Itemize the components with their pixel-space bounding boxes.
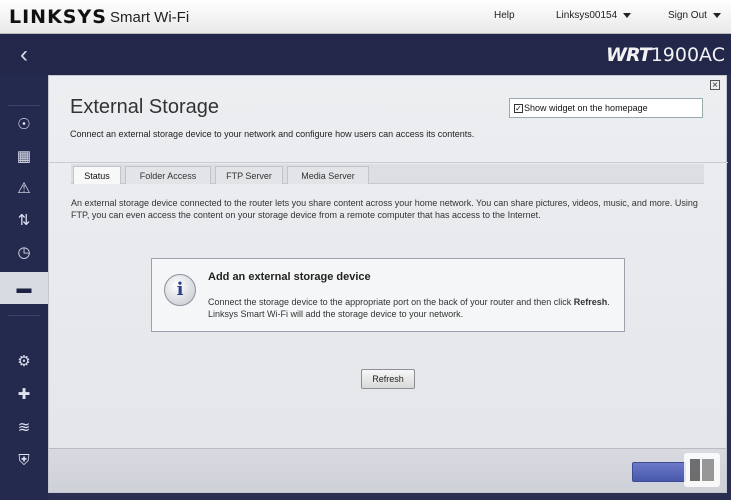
card-text: Connect the storage device to the approp… — [208, 297, 610, 319]
sidebar: ☉ ▦ ⚠ ⇅ ◷ ▬ ⚙ ✚ ≋ ⛨ — [0, 75, 53, 500]
account-label: Linksys00154 — [556, 10, 618, 21]
usb-icon[interactable]: ▬ — [0, 272, 53, 304]
security-icon[interactable]: ⛨ — [0, 444, 48, 476]
watermark-logo — [684, 453, 720, 487]
ok-button[interactable] — [632, 462, 686, 482]
brand-logo: LINKSYS — [9, 6, 107, 28]
show-widget-label: Show widget on the homepage — [524, 103, 648, 113]
account-menu[interactable]: Linksys00154 — [556, 10, 632, 21]
signout-label: Sign Out — [668, 10, 707, 21]
router-model: WRT1900AC — [606, 44, 725, 66]
calendar-icon[interactable]: ▦ — [0, 140, 48, 172]
panel-footer — [49, 448, 726, 492]
gear-icon[interactable]: ⚙ — [0, 345, 48, 377]
page-title: External Storage — [70, 96, 219, 118]
show-widget-checkbox[interactable]: ✓ Show widget on the homepage — [509, 98, 703, 118]
close-icon[interactable]: × — [710, 80, 720, 91]
tab-media-server[interactable]: Media Server — [287, 166, 369, 184]
warning-icon[interactable]: ⚠ — [0, 172, 48, 204]
refresh-button[interactable]: Refresh — [361, 369, 415, 389]
tab-folder-access[interactable]: Folder Access — [125, 166, 211, 184]
priority-icon[interactable]: ⇅ — [0, 204, 48, 236]
troubleshoot-icon[interactable]: ✚ — [0, 378, 48, 410]
help-link[interactable]: Help — [494, 10, 515, 21]
product-name: Smart Wi-Fi — [110, 9, 190, 26]
external-storage-panel: × External Storage Connect an external s… — [48, 75, 728, 493]
info-icon: i — [164, 274, 196, 306]
back-button[interactable]: ‹ — [0, 34, 48, 75]
tab-status[interactable]: Status — [73, 166, 121, 184]
checkbox-checked-icon: ✓ — [514, 104, 523, 113]
info-card: i Add an external storage device Connect… — [151, 258, 625, 332]
divider — [8, 315, 40, 316]
storage-description: An external storage device connected to … — [71, 198, 698, 220]
signout-menu[interactable]: Sign Out — [668, 10, 721, 21]
card-title: Add an external storage device — [208, 271, 371, 283]
top-bar: LINKSYS Smart Wi-Fi Help Linksys00154 Si… — [0, 0, 731, 34]
tab-bar: Status Folder Access FTP Server Media Se… — [71, 164, 704, 184]
page-subtitle: Connect an external storage device to yo… — [70, 129, 475, 139]
divider — [49, 162, 728, 163]
network-map-icon[interactable]: ☉ — [0, 108, 48, 140]
divider — [8, 105, 40, 106]
chevron-left-icon: ‹ — [20, 40, 28, 68]
wifi-icon[interactable]: ≋ — [0, 411, 48, 443]
chevron-down-icon — [712, 12, 721, 18]
speed-test-icon[interactable]: ◷ — [0, 236, 48, 268]
tab-ftp-server[interactable]: FTP Server — [215, 166, 283, 184]
chevron-down-icon — [623, 12, 632, 18]
